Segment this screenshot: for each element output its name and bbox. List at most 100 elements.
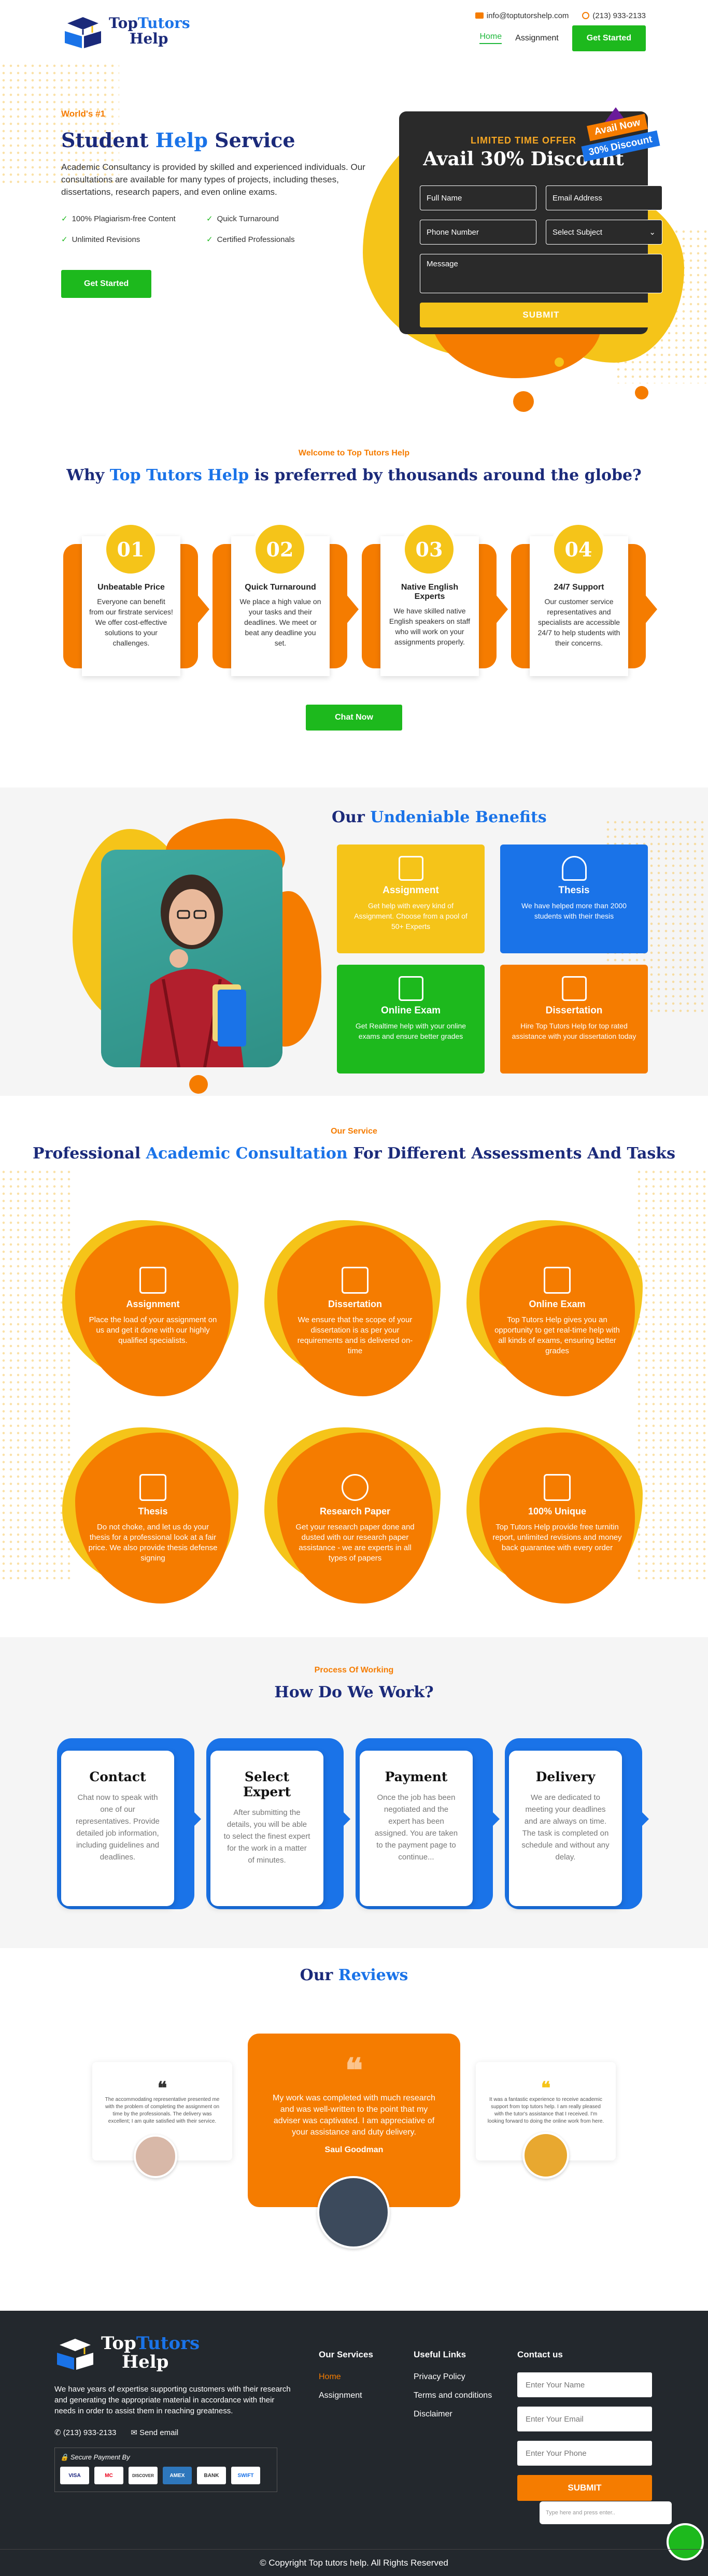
review-text: My work was completed with much research…	[273, 2094, 435, 2137]
visa-logo: VISA	[60, 2467, 89, 2484]
subject-select[interactable]: Select Subject ⌄	[546, 220, 662, 245]
footer-about-text: We have years of expertise supporting cu…	[54, 2385, 291, 2415]
hero-title: Student Help Service	[61, 128, 295, 152]
service-text: Top Tutors Help gives you an opportunity…	[494, 1315, 620, 1355]
discount-ribbon: Avail Now 30% Discount	[581, 104, 660, 171]
step-text: After submitting the details, you will b…	[223, 1808, 310, 1865]
why-card: 03 Native English Experts We have skilled…	[362, 521, 508, 686]
footer-link-privacy[interactable]: Privacy Policy	[414, 2372, 492, 2382]
footer-submit-button[interactable]: SUBMIT	[517, 2475, 652, 2501]
reviewer-name: Saul Goodman	[324, 2145, 384, 2154]
reviews-title: Our Reviews	[300, 1966, 408, 1984]
quote-icon: ❝	[157, 2078, 167, 2099]
service-title: 100% Unique	[528, 1506, 587, 1516]
service-card[interactable]: Research Paper Get your research paper do…	[254, 1417, 451, 1614]
service-text: Get your research paper done and dusted …	[295, 1523, 415, 1563]
footer-link-terms[interactable]: Terms and conditions	[414, 2391, 492, 2400]
discount-form-card: Avail Now 30% Discount LIMITED TIME OFFE…	[399, 107, 662, 334]
footer-col-title: Our Services	[319, 2350, 373, 2359]
service-content: Research Paper Get your research paper do…	[290, 1474, 420, 1564]
service-card[interactable]: 100% Unique Top Tutors Help provide free …	[456, 1417, 653, 1614]
step-title: Payment	[385, 1769, 448, 1784]
process-title: How Do We Work?	[274, 1683, 434, 1701]
step-arrow	[635, 1806, 649, 1833]
footer-phone[interactable]: ✆ (213) 933-2133	[54, 2428, 116, 2437]
benefit-title: Dissertation	[545, 1005, 603, 1016]
hero-get-started-button[interactable]: Get Started	[61, 270, 152, 298]
footer-link-disclaimer[interactable]: Disclaimer	[414, 2410, 492, 2419]
why-card: 02 Quick Turnaround We place a high value…	[213, 521, 359, 686]
discount-form: Select Subject ⌄ SUBMIT	[420, 185, 662, 327]
nav-assignment[interactable]: Assignment	[515, 34, 559, 43]
why-card: 04 24/7 Support Our customer service repr…	[511, 521, 657, 686]
card-text: We have skilled native English speakers …	[389, 607, 471, 646]
chat-placeholder: Type here and press enter..	[546, 2510, 615, 2516]
footer-email-input[interactable]	[517, 2407, 652, 2431]
header-email[interactable]: info@toptutorshelp.com	[475, 11, 569, 20]
review-text: The accommodating representative present…	[105, 2097, 220, 2124]
feature-item: Quick Turnaround	[206, 214, 351, 223]
phone-input[interactable]	[420, 220, 536, 245]
step-paper: Payment Once the job has been negotiated …	[360, 1751, 473, 1906]
nav-home[interactable]: Home	[479, 32, 502, 44]
service-card[interactable]: Online Exam Top Tutors Help gives you an …	[456, 1210, 653, 1407]
why-title: Why Top Tutors Help is preferred by thou…	[66, 466, 642, 484]
phone-icon	[582, 12, 590, 19]
card-number: 02	[251, 521, 308, 578]
card-number: 03	[401, 521, 458, 578]
hero-content: World's #1 Student Help Service Academic…	[61, 109, 383, 298]
site-logo[interactable]: TopTutors Help	[62, 13, 190, 49]
service-content: 100% Unique Top Tutors Help provide free …	[492, 1474, 622, 1553]
chat-input-widget[interactable]: Type here and press enter..	[540, 2501, 672, 2524]
reviewer-avatar-main	[317, 2176, 390, 2249]
offer-submit-button[interactable]: SUBMIT	[420, 303, 662, 327]
hero-kicker: World's #1	[61, 109, 105, 119]
why-cards: 01 Unbeatable Price Everyone can benefit …	[63, 521, 657, 686]
service-card[interactable]: Dissertation We ensure that the scope of …	[254, 1210, 451, 1407]
footer-contact-col: Contact us SUBMIT	[517, 2350, 652, 2501]
header-phone[interactable]: (213) 933-2133	[582, 11, 646, 20]
hero-description: Academic Consultancy is provided by skil…	[61, 162, 365, 197]
footer-contacts: ✆ (213) 933-2133 ✉ Send email	[54, 2428, 293, 2437]
student-photo	[101, 850, 282, 1067]
feature-item: Certified Professionals	[206, 235, 351, 244]
step-paper: Contact Chat now to speak with one of our…	[61, 1751, 174, 1906]
footer-col-title: Contact us	[517, 2350, 563, 2359]
step-arrow	[337, 1806, 350, 1833]
footer-link-home[interactable]: Home	[319, 2372, 373, 2382]
swift-logo: SWIFT	[231, 2467, 260, 2484]
service-title: Online Exam	[529, 1299, 586, 1309]
chevron-down-icon: ⌄	[649, 228, 656, 237]
footer-link-assignment[interactable]: Assignment	[319, 2391, 373, 2400]
step-paper: Delivery We are dedicated to meeting your…	[509, 1751, 622, 1906]
mastercard-logo: MC	[94, 2467, 123, 2484]
step-arrow	[188, 1806, 201, 1833]
card-text: Everyone can benefit from our firstrate …	[89, 597, 173, 647]
header-get-started-button[interactable]: Get Started	[572, 25, 646, 51]
hero-dot	[555, 357, 564, 367]
footer-logo[interactable]: TopTutors Help	[54, 2334, 293, 2371]
chat-now-button[interactable]: Chat Now	[306, 705, 402, 731]
benefit-title: Assignment	[383, 885, 439, 896]
process-step: Select Expert After submitting the detail…	[206, 1738, 350, 1909]
message-textarea[interactable]	[420, 254, 662, 293]
footer-send-email[interactable]: ✉ Send email	[131, 2428, 178, 2437]
benefit-title: Online Exam	[380, 1005, 441, 1016]
service-card[interactable]: Thesis Do not choke, and let us do your t…	[52, 1417, 249, 1614]
card-title: Quick Turnaround	[245, 583, 316, 592]
service-title: Dissertation	[328, 1299, 383, 1309]
footer-name-input[interactable]	[517, 2372, 652, 2397]
full-name-input[interactable]	[420, 185, 536, 210]
footer-phone-input[interactable]	[517, 2441, 652, 2466]
site-header: TopTutors Help info@toptutorshelp.com (2…	[0, 0, 708, 62]
service-title: Assignment	[126, 1299, 180, 1309]
email-input[interactable]	[546, 185, 662, 210]
footer-services-col: Our Services Home Assignment	[319, 2350, 373, 2410]
student-illustration	[140, 875, 246, 1067]
process-step: Contact Chat now to speak with one of our…	[57, 1738, 201, 1909]
benefit-box: Assignment Get help with every kind of A…	[337, 845, 485, 953]
service-card[interactable]: Assignment Place the load of your assignm…	[52, 1210, 249, 1407]
main-nav: Home Assignment Get Started	[479, 25, 646, 51]
services-kicker: Our Service	[331, 1127, 377, 1136]
card-arrow	[492, 591, 508, 628]
